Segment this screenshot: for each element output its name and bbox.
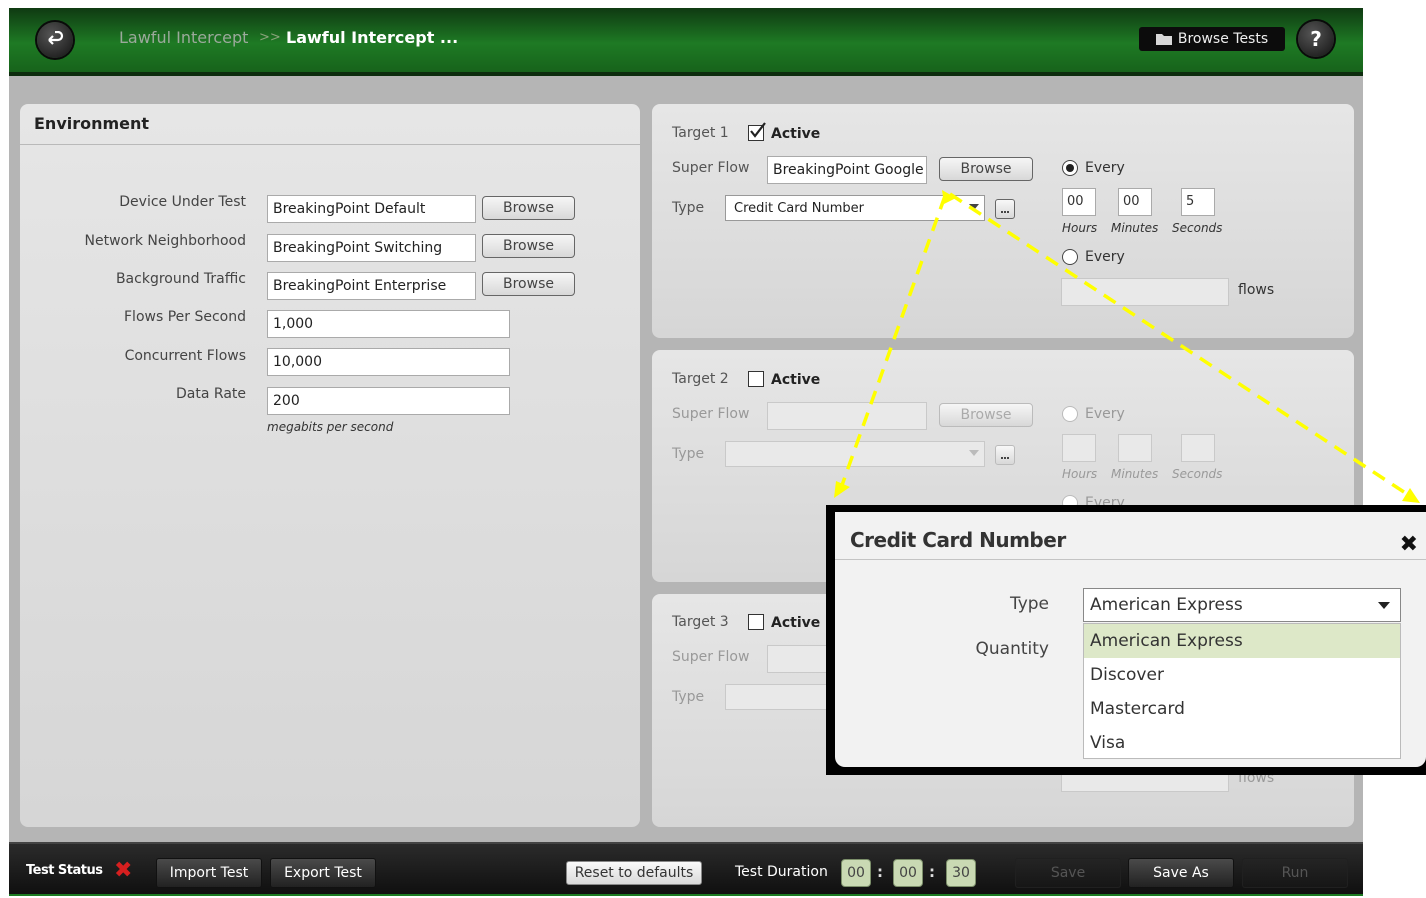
divider <box>835 559 1426 560</box>
dialog-type-label: Type <box>1009 594 1049 614</box>
annotation-arrow-right <box>949 192 1411 498</box>
arrowhead-right <box>1402 488 1420 503</box>
option-mastercard[interactable]: Mastercard <box>1084 692 1400 726</box>
credit-card-number-dialog: Credit Card Number ✖ Type Quantity Ameri… <box>826 505 1426 775</box>
annotation-arrow-left <box>839 195 947 489</box>
dialog-body: Credit Card Number ✖ Type Quantity Ameri… <box>835 512 1426 767</box>
option-visa[interactable]: Visa <box>1084 726 1400 760</box>
dialog-title: Credit Card Number <box>850 528 1066 552</box>
chevron-down-icon <box>1378 602 1390 609</box>
dialog-quantity-label: Quantity <box>975 639 1049 659</box>
close-icon[interactable]: ✖ <box>1400 532 1418 557</box>
option-american-express[interactable]: American Express <box>1084 624 1400 658</box>
dialog-type-options-list: American Express Discover Mastercard Vis… <box>1083 623 1401 759</box>
arrowhead-origin <box>942 190 956 204</box>
dialog-type-value: American Express <box>1090 595 1243 615</box>
option-discover[interactable]: Discover <box>1084 658 1400 692</box>
dialog-type-select[interactable]: American Express <box>1083 588 1401 622</box>
